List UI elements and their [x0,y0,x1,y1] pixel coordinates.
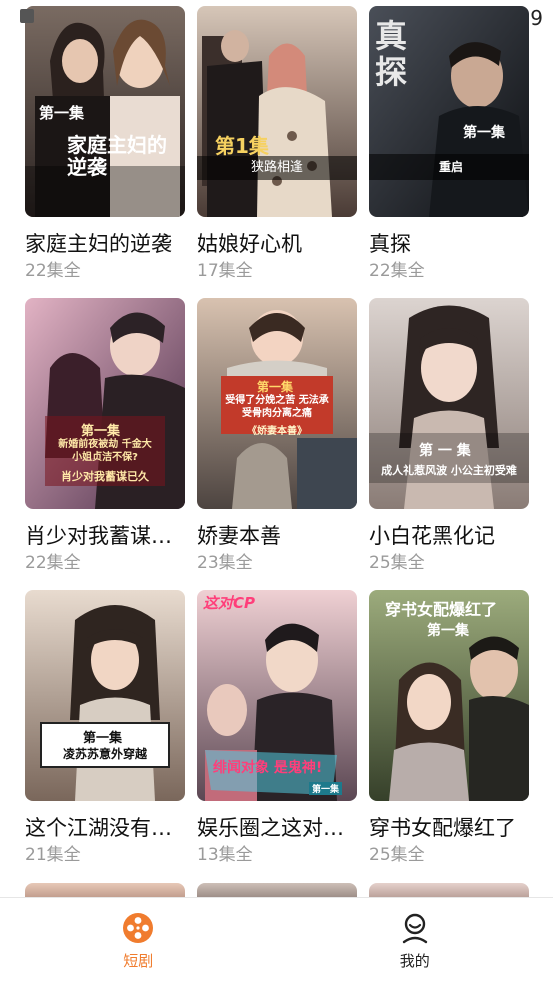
poster-subtext: 重启 [439,160,464,174]
episode-count: 22集全 [25,553,81,573]
tab-label: 短剧 [123,952,154,970]
drama-card[interactable]: 真探 第一集 重启 真探 22集全 [369,6,529,298]
drama-card[interactable]: 这对CP 绯闻对象 是鬼神! 第一集 娱乐圈之这对C… 13集全 [197,590,357,882]
drama-card[interactable]: 第一集 凌苏苏意外穿越 这个江湖没有… 21集全 [25,590,185,882]
bottom-tab-bar: 短剧 我的 [0,897,553,983]
poster-art [25,590,185,801]
drama-title: 真探 [369,232,411,256]
poster-title: 家庭主妇的逆袭 [67,133,167,179]
drama-title: 这个江湖没有… [25,816,172,840]
episode-label: 第1集 [215,134,269,158]
episode-label: 第一集 [83,731,123,746]
app-screen: 9 第一集 家庭主妇的逆袭 家庭主妇的逆袭 22集全 第1集 狭路相逢 姑娘好心… [0,0,553,983]
episode-label: 第一集 [309,782,343,795]
drama-poster: 第1集 狭路相逢 [197,6,357,217]
episode-count: 22集全 [25,261,81,281]
poster-title: 凌苏苏意外穿越 [62,747,147,761]
drama-card[interactable]: 穿书女配爆红了 第一集 穿书女配爆红了 25集全 [369,590,529,882]
episode-label: 第一集 [463,125,505,141]
poster-caption: 狭路相逢 [197,156,357,180]
poster-subtext: 受得了分娩之苦 无法承受骨肉分离之痛 [225,395,329,419]
episode-count: 23集全 [197,553,253,573]
episode-count: 13集全 [197,845,253,865]
poster-subtext: 新婚前夜被劫 千金大小姐贞洁不保? [58,439,152,463]
episode-label: 第一集 [257,380,294,394]
status-time: 9 [530,6,543,30]
drama-card[interactable]: 第一集 受得了分娩之苦 无法承受骨肉分离之痛 《娇妻本善》 娇妻本善 23集全 [197,298,357,590]
tab-mine[interactable]: 我的 [277,898,553,983]
drama-poster: 第一集 凌苏苏意外穿越 [25,590,185,801]
tab-label: 我的 [399,952,430,970]
drama-poster: 第一集 家庭主妇的逆袭 [25,6,185,217]
drama-poster: 这对CP 绯闻对象 是鬼神! 第一集 [197,590,357,801]
drama-card[interactable]: 第一集 家庭主妇的逆袭 家庭主妇的逆袭 22集全 [25,6,185,298]
drama-poster: 穿书女配爆红了 第一集 [369,590,529,801]
episode-count: 25集全 [369,845,425,865]
poster-title: 《娇妻本善》 [247,426,307,437]
drama-card[interactable]: 第一集 新婚前夜被劫 千金大小姐贞洁不保? 肖少对我蓄谋已久 肖少对我蓄谋… 2… [25,298,185,590]
poster-title: 真探 [375,17,408,91]
drama-title: 穿书女配爆红了 [369,816,516,840]
profile-icon [402,913,427,944]
drama-title: 小白花黑化记 [369,524,495,548]
drama-title: 姑娘好心机 [197,232,302,256]
tab-short-drama[interactable]: 短剧 [0,898,277,983]
episode-label: 第一集 [81,424,121,439]
poster-title: 穿书女配爆红了 [385,600,498,619]
drama-poster: 第 一 集 成人礼惹风波 小公主初受难 [369,298,529,509]
episode-count: 22集全 [369,261,425,281]
episode-label: 第 一 集 [419,443,471,459]
poster-art [197,6,357,217]
drama-title: 娱乐圈之这对C… [197,816,357,840]
drama-title: 肖少对我蓄谋… [25,524,172,548]
drama-card[interactable]: 第1集 狭路相逢 姑娘好心机 17集全 [197,6,357,298]
poster-title: 绯闻对象 是鬼神! [213,760,323,776]
drama-grid: 第一集 家庭主妇的逆袭 家庭主妇的逆袭 22集全 第1集 狭路相逢 姑娘好心机 … [25,6,530,882]
episode-label: 第一集 [39,104,85,122]
episode-count: 21集全 [25,845,81,865]
drama-poster: 第一集 新婚前夜被劫 千金大小姐贞洁不保? 肖少对我蓄谋已久 [25,298,185,509]
episode-count: 25集全 [369,553,425,573]
drama-title: 娇妻本善 [197,524,281,548]
status-app-icon [20,9,34,23]
poster-title: 肖少对我蓄谋已久 [61,470,149,483]
film-reel-icon [123,913,154,943]
drama-card[interactable]: 第 一 集 成人礼惹风波 小公主初受难 小白花黑化记 25集全 [369,298,529,590]
drama-title: 家庭主妇的逆袭 [25,232,172,256]
episode-count: 17集全 [197,261,253,281]
poster-title: 成人礼惹风波 小公主初受难 [381,464,517,477]
episode-label: 第一集 [427,623,469,639]
drama-poster: 真探 第一集 重启 [369,6,529,217]
poster-subtext: 这对CP [203,594,256,612]
drama-poster: 第一集 受得了分娩之苦 无法承受骨肉分离之痛 《娇妻本善》 [197,298,357,509]
